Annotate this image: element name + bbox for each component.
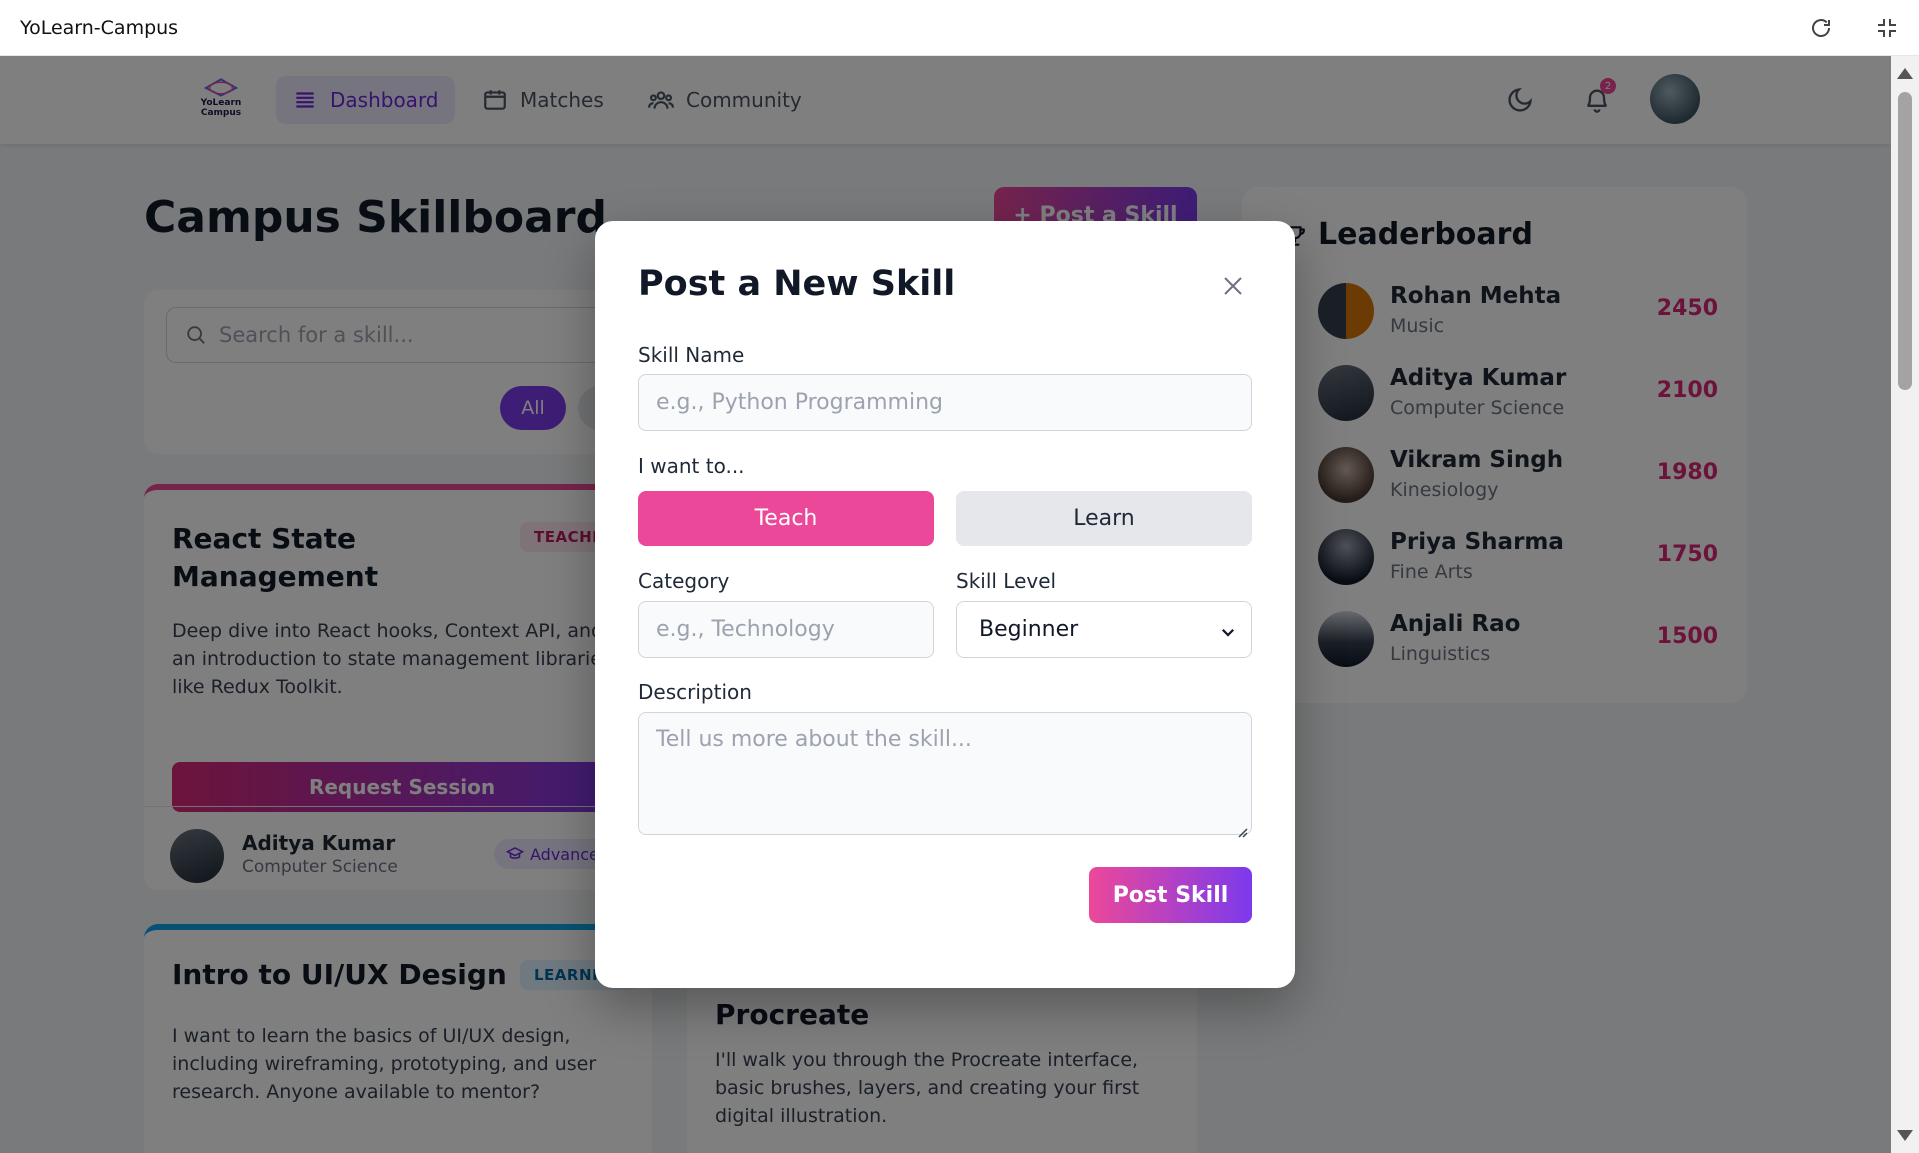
scroll-up-arrow-icon[interactable]: [1897, 68, 1913, 79]
window-titlebar: YoLearn-Campus: [0, 0, 1919, 56]
description-textarea[interactable]: Tell us more about the skill...: [638, 712, 1252, 838]
teach-toggle-button[interactable]: Teach: [638, 491, 934, 546]
category-label: Category: [638, 569, 730, 593]
window-title: YoLearn-Campus: [20, 16, 179, 39]
learn-toggle-button[interactable]: Learn: [956, 491, 1252, 546]
modal-title: Post a New Skill: [638, 264, 956, 304]
skill-level-label: Skill Level: [956, 569, 1057, 593]
scrollbar[interactable]: [1891, 56, 1919, 1153]
close-icon[interactable]: [1221, 274, 1245, 298]
skill-level-value: Beginner: [979, 617, 1079, 642]
category-input[interactable]: e.g., Technology: [638, 601, 934, 658]
post-skill-submit-button[interactable]: Post Skill: [1089, 867, 1252, 923]
description-placeholder: Tell us more about the skill...: [656, 727, 972, 752]
description-label: Description: [638, 680, 752, 704]
skill-name-label: Skill Name: [638, 343, 745, 367]
category-placeholder: e.g., Technology: [656, 617, 835, 642]
collapse-icon[interactable]: [1875, 16, 1899, 40]
skill-level-select[interactable]: Beginner: [956, 601, 1252, 658]
chevron-down-icon: [1219, 622, 1237, 640]
skill-name-placeholder: e.g., Python Programming: [656, 390, 943, 415]
refresh-icon[interactable]: [1809, 16, 1833, 40]
skill-name-input[interactable]: e.g., Python Programming: [638, 374, 1252, 431]
scroll-down-arrow-icon[interactable]: [1897, 1130, 1913, 1141]
resize-handle-icon[interactable]: [1236, 819, 1248, 838]
intent-label: I want to...: [638, 454, 745, 478]
post-skill-modal: Post a New Skill Skill Name e.g., Python…: [595, 221, 1295, 988]
scroll-thumb[interactable]: [1898, 92, 1912, 390]
